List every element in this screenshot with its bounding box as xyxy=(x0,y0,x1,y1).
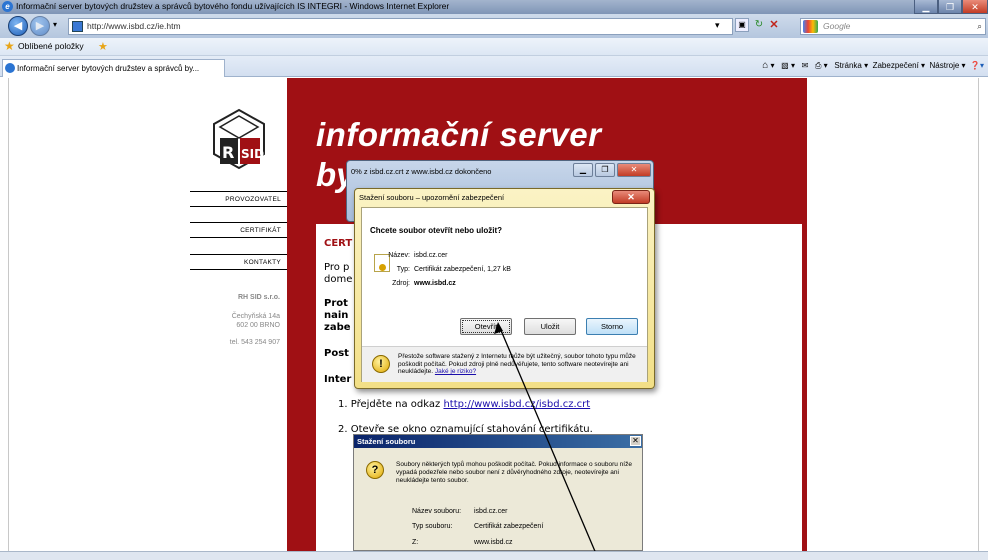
annotation-arrow xyxy=(494,322,598,557)
status-bar xyxy=(0,551,988,560)
